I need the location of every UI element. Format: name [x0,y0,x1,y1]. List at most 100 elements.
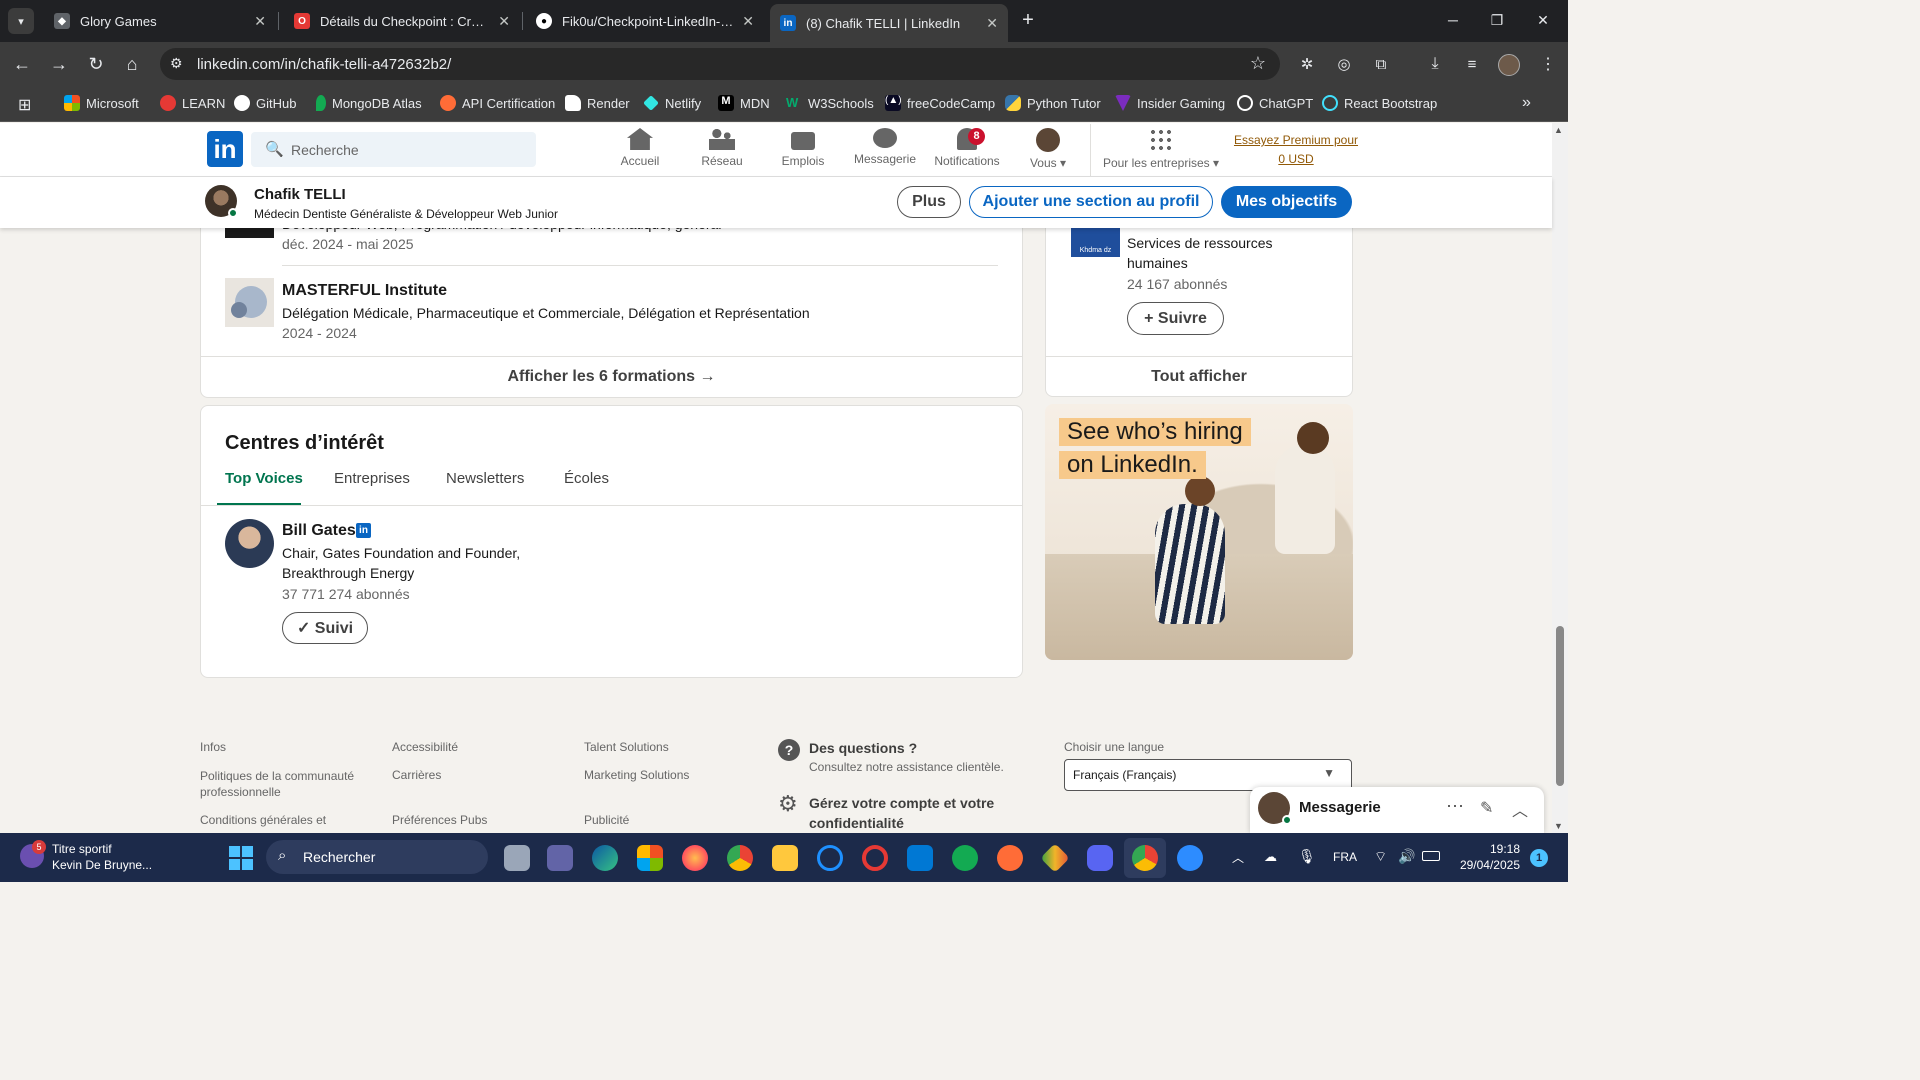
taskbar-search[interactable]: ⌕ Rechercher [266,840,488,874]
avatar[interactable] [225,519,274,568]
tab-newsletters[interactable]: Newsletters [446,470,524,487]
footer-link[interactable]: Publicité [584,813,629,827]
show-all-button[interactable]: Tout afficher [1046,368,1352,386]
footer-link[interactable]: Accessibilité [392,740,458,754]
chrome-icon[interactable] [727,845,753,871]
minimize-button[interactable]: ─ [1430,0,1476,40]
clock-date[interactable]: 29/04/2025 [1450,858,1520,872]
close-tab-icon[interactable]: ✕ [986,15,998,32]
microphone-icon[interactable]: 🎙 [1298,848,1316,865]
following-button[interactable]: ✓ Suivi [282,612,368,644]
bookmark-star-icon[interactable]: ☆ [1250,53,1266,74]
footer-link[interactable]: Conditions générales et [200,813,326,827]
home-button[interactable]: ⌂ [120,52,144,76]
nav-me[interactable]: Vous ▾ [1008,128,1088,170]
close-window-button[interactable]: ✕ [1520,0,1566,40]
chevron-up-icon[interactable]: ︿ [1512,797,1528,821]
account-settings-link[interactable]: Gérez votre compte et votre confidential… [809,793,1009,833]
show-all-education-button[interactable]: Afficher les 6 formations → [201,368,1022,386]
extension-icon[interactable]: ◎ [1332,52,1356,76]
media-control-icon[interactable]: ≡ [1460,52,1484,76]
bookmark-item[interactable]: ChatGPT [1237,95,1313,111]
more-bookmarks-icon[interactable]: » [1522,94,1531,112]
reload-button[interactable]: ↻ [84,52,108,76]
more-button[interactable]: Plus [897,186,961,218]
bookmark-item[interactable]: W W3Schools [786,95,874,111]
tab-search-button[interactable]: ▾ [8,8,34,34]
bookmark-item[interactable]: Insider Gaming [1115,95,1225,111]
wifi-icon[interactable]: ⌔ [1374,848,1387,866]
school-name[interactable]: MASTERFUL Institute [282,282,447,300]
chrome-menu-icon[interactable]: ⋮ [1536,52,1560,76]
footer-link[interactable]: Talent Solutions [584,740,669,754]
follow-button[interactable]: + Suivre [1127,302,1224,335]
taskview-icon[interactable] [504,845,530,871]
mongodb-compass-icon[interactable] [952,845,978,871]
footer-link[interactable]: Marketing Solutions [584,768,689,782]
nav-home[interactable]: Accueil [600,128,680,168]
footer-link[interactable]: Carrières [392,768,441,782]
linkedin-ad[interactable]: See who’s hiring on LinkedIn. [1045,404,1353,660]
extension-icon[interactable]: ✲ [1295,52,1319,76]
browser-tab-active[interactable]: in (8) Chafik TELLI | LinkedIn ✕ [770,4,1008,42]
tab-top-voices[interactable]: Top Voices [225,470,303,487]
download-icon[interactable]: ⤓ [1423,52,1447,76]
nav-notifications[interactable]: Notifications [927,128,1007,168]
bookmark-item[interactable]: Netlify [643,95,701,111]
store-icon[interactable] [637,845,663,871]
clock-time[interactable]: 19:18 [1456,842,1520,856]
scrollbar-thumb[interactable] [1556,626,1564,786]
my-goals-button[interactable]: Mes objectifs [1221,186,1352,218]
apps-grid-icon[interactable]: ⊞ [18,95,31,115]
linkedin-logo[interactable]: in [207,131,243,167]
bookmark-item[interactable]: LEARN [160,95,225,111]
add-profile-section-button[interactable]: Ajouter une section au profil [969,186,1213,218]
edge-icon[interactable] [592,845,618,871]
extensions-puzzle-icon[interactable]: ⧉ [1369,52,1393,76]
bookmark-item[interactable]: (▲) freeCodeCamp [885,95,995,111]
widget-title[interactable]: Titre sportif [52,842,112,856]
teams-icon[interactable] [547,845,573,871]
app-c-icon[interactable] [817,845,843,871]
close-tab-icon[interactable]: ✕ [742,13,754,30]
bookmark-item[interactable]: GitHub [234,95,296,111]
scroll-up-icon[interactable]: ▲ [1554,125,1563,135]
back-button[interactable]: ← [10,52,34,76]
school-logo[interactable] [225,278,274,327]
chrome-profile-icon[interactable] [1132,845,1158,871]
firefox-icon[interactable] [682,845,708,871]
file-explorer-icon[interactable] [772,845,798,871]
browser-tab[interactable]: ● Fik0u/Checkpoint-LinkedIn-Prof ✕ [526,6,764,36]
cloud-icon[interactable]: ☁ [1264,849,1277,865]
forward-button[interactable]: → [47,52,71,76]
restore-button[interactable]: ❐ [1474,0,1520,40]
new-tab-button[interactable]: + [1016,8,1040,32]
keyboard-language[interactable]: FRA [1333,850,1357,864]
nav-messaging[interactable]: Messagerie [845,128,925,166]
close-tab-icon[interactable]: ✕ [498,13,510,30]
compose-icon[interactable]: ✎ [1480,798,1493,818]
footer-link[interactable]: Politiques de la communauté professionne… [200,768,380,800]
address-bar[interactable]: ⚙ linkedin.com/in/chafik-telli-a472632b2… [160,48,1280,80]
scroll-down-icon[interactable]: ▼ [1554,821,1563,831]
nav-network[interactable]: Réseau [682,128,762,168]
browser-tab[interactable]: ◆ Glory Games ✕ [44,6,276,36]
bookmark-item[interactable]: Render [565,95,630,111]
bookmark-item[interactable]: API Certification [440,95,555,111]
close-tab-icon[interactable]: ✕ [254,13,266,30]
bookmark-item[interactable]: M MDN [718,95,770,111]
vscode-icon[interactable] [907,845,933,871]
bookmark-item[interactable]: Python Tutor [1005,95,1101,111]
zoom-icon[interactable] [1177,845,1203,871]
nav-jobs[interactable]: Emplois [763,128,843,168]
messaging-panel[interactable]: Messagerie ⋯ ✎ ︿ [1250,787,1544,833]
discord-icon[interactable] [1087,845,1113,871]
browser-tab[interactable]: O Détails du Checkpoint : Create y ✕ [284,6,520,36]
nav-for-business[interactable]: Pour les entreprises ▾ [1098,128,1224,170]
person-name[interactable]: Bill Gates [282,522,356,540]
footer-link[interactable]: Préférences Pubs [392,813,487,827]
battery-icon[interactable] [1422,851,1440,861]
opera-icon[interactable] [862,845,888,871]
more-options-icon[interactable]: ⋯ [1446,796,1464,817]
volume-icon[interactable]: 🔊 [1398,848,1415,865]
